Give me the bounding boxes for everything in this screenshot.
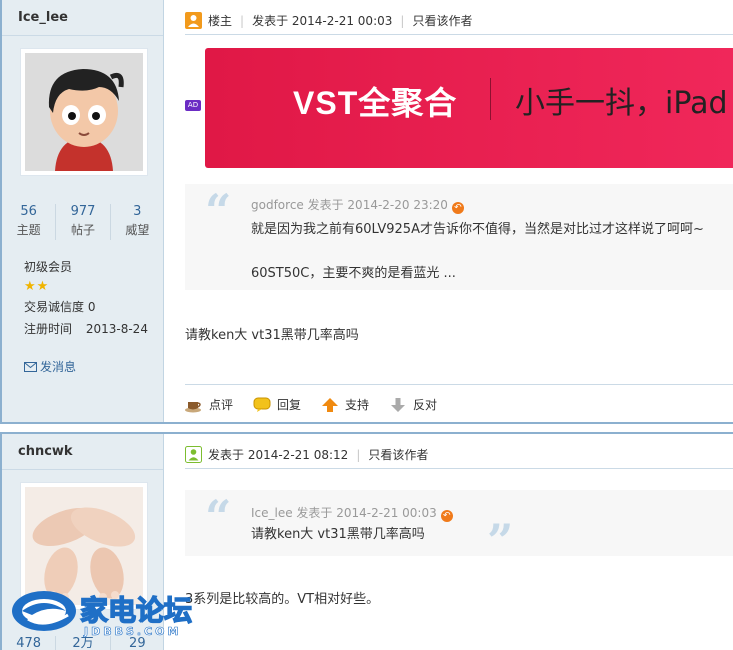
user-info: 初级会员 ★★ 交易诚信度 0 注册时间 2013-8-24 xyxy=(24,256,148,340)
banner-divider xyxy=(490,78,491,120)
envelope-icon xyxy=(24,362,37,372)
cartoon-avatar-image xyxy=(25,53,143,171)
stat-topics[interactable]: 56 主题 xyxy=(2,204,57,240)
author-sidebar: Ice_lee 56 主题 977 帖子 3 威望 初级会员 ★★ 交易诚信度 … xyxy=(2,0,164,422)
stat-posts[interactable]: 977 帖子 xyxy=(56,204,111,240)
stat-posts-label: 帖子 xyxy=(70,223,95,237)
post-time: 发表于 2014-2-21 00:03 xyxy=(252,14,393,28)
post-actions: 点评 回复 支持 反对 xyxy=(185,384,733,424)
close-quote-icon: ” xyxy=(487,514,514,568)
trade-credit-value: 0 xyxy=(87,300,96,314)
banner-slogan: 小手一抖，iPad m xyxy=(515,86,733,121)
quote-line-2: 60ST50C，主要不爽的是看蓝光 ... xyxy=(251,266,456,281)
only-author-link[interactable]: 只看该作者 xyxy=(412,14,472,28)
watermark-name: 家电论坛 xyxy=(79,593,193,628)
avatar[interactable] xyxy=(20,48,148,176)
banner-logo: VST全聚合 xyxy=(293,85,458,121)
post-content: 楼主 | 发表于 2014-2-21 00:03 | 只看该作者 AD VST全聚合 小… xyxy=(165,0,733,422)
quote-header: Ice_lee 发表于 2014-2-21 00:03 ↶ xyxy=(251,504,453,522)
separator: | xyxy=(400,14,405,28)
arrow-down-icon xyxy=(389,397,407,413)
user-rank[interactable]: 初级会员 xyxy=(24,256,148,278)
speech-bubble-icon xyxy=(253,397,271,413)
support-label: 支持 xyxy=(345,398,370,412)
post-body: 请教ken大 vt31黑带几率高吗 xyxy=(185,328,359,343)
floor-owner-icon xyxy=(185,12,202,29)
online-status-icon xyxy=(185,446,202,463)
floor-label: 楼主 xyxy=(208,14,233,28)
quote-block: “ godforce 发表于 2014-2-20 23:20 ↶ 就是因为我之前有… xyxy=(185,184,733,290)
post-meta: 楼主 | 发表于 2014-2-21 00:03 | 只看该作者 xyxy=(185,12,472,29)
divider xyxy=(185,34,733,35)
register-time-label: 注册时间 xyxy=(24,322,73,336)
post-body: 3系列是比较高的。VT相对好些。 xyxy=(185,592,380,607)
post-content: 发表于 2014-2-21 08:12 | 只看该作者 “ Ice_lee 发表于 … xyxy=(165,434,733,650)
post-meta: 发表于 2014-2-21 08:12 | 只看该作者 xyxy=(185,446,428,463)
separator: | xyxy=(356,448,361,462)
only-author-link[interactable]: 只看该作者 xyxy=(368,448,428,462)
post-time: 发表于 2014-2-21 08:12 xyxy=(208,448,349,462)
comment-button[interactable]: 点评 xyxy=(185,396,233,413)
quote-header: godforce 发表于 2014-2-20 23:20 ↶ xyxy=(251,196,464,214)
open-quote-icon: “ xyxy=(205,184,232,238)
stat-prestige[interactable]: 3 威望 xyxy=(111,204,164,240)
reply-label: 回复 xyxy=(277,398,302,412)
trade-credit: 交易诚信度 0 xyxy=(24,296,148,318)
quote-line-1: 请教ken大 vt31黑带几率高吗 xyxy=(251,527,425,542)
register-time-value: 2013-8-24 xyxy=(85,322,148,336)
support-button[interactable]: 支持 xyxy=(321,396,369,413)
trade-credit-label: 交易诚信度 xyxy=(24,300,85,314)
author-name[interactable]: Ice_lee xyxy=(2,0,163,36)
open-quote-icon: “ xyxy=(205,490,232,544)
send-message-link[interactable]: 发消息 xyxy=(24,358,76,375)
jump-back-icon[interactable]: ↶ xyxy=(440,510,453,522)
stat-topics-count: 56 xyxy=(20,204,37,219)
stat-prestige-label: 威望 xyxy=(125,223,150,237)
rank-stars-icon: ★★ xyxy=(24,279,50,294)
quote-author-time[interactable]: Ice_lee 发表于 2014-2-21 00:03 xyxy=(251,506,437,520)
register-time: 注册时间 2013-8-24 xyxy=(24,318,148,340)
user-stats: 56 主题 977 帖子 3 威望 xyxy=(2,204,164,240)
quote-block: “ Ice_lee 发表于 2014-2-21 00:03 ↶ 请教ken大 vt… xyxy=(185,490,733,564)
watermark-domain: JDBBS.COM xyxy=(84,625,182,639)
quote-author-time[interactable]: godforce 发表于 2014-2-20 23:20 xyxy=(251,198,448,212)
stat-topics-label: 主题 xyxy=(16,223,41,237)
reply-button[interactable]: 回复 xyxy=(253,396,301,413)
stat-prestige-count: 3 xyxy=(133,204,142,219)
arrow-up-icon xyxy=(321,397,339,413)
site-watermark: 家电论坛 JDBBS.COM xyxy=(8,585,208,645)
quote-line-1: 就是因为我之前有60LV925A才告诉你不值得，当然是对比过才这样说了呵呵~ xyxy=(251,222,704,237)
oppose-label: 反对 xyxy=(413,398,438,412)
send-message-label: 发消息 xyxy=(40,360,77,374)
ad-tag: AD xyxy=(185,100,201,111)
author-name[interactable]: chncwk xyxy=(2,434,163,470)
oppose-button[interactable]: 反对 xyxy=(389,396,437,413)
ad-banner[interactable]: VST全聚合 小手一抖，iPad m xyxy=(205,48,733,168)
post-1: Ice_lee 56 主题 977 帖子 3 威望 初级会员 ★★ 交易诚信度 … xyxy=(0,0,733,424)
divider xyxy=(185,468,733,469)
coffee-cup-icon xyxy=(185,397,203,413)
jump-back-icon[interactable]: ↶ xyxy=(451,202,464,214)
separator: | xyxy=(240,14,245,28)
comment-label: 点评 xyxy=(209,398,234,412)
stat-posts-count: 977 xyxy=(70,204,96,219)
